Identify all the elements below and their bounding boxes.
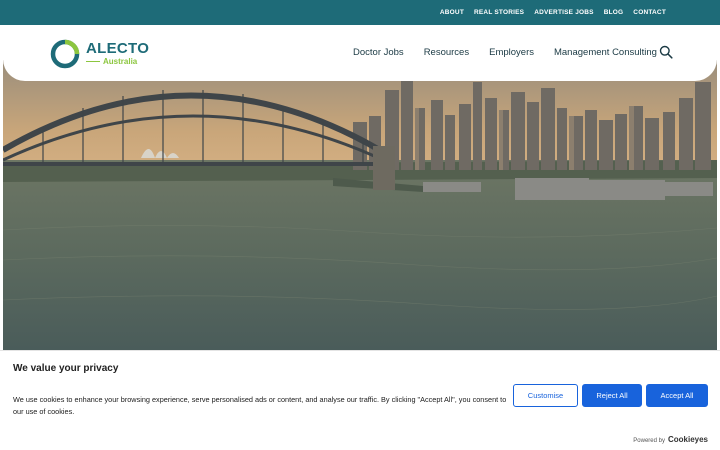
- alecto-logo-icon[interactable]: [50, 39, 80, 69]
- cookie-title: We value your privacy: [13, 363, 119, 374]
- nav-employers[interactable]: Employers: [489, 47, 534, 58]
- powered-by: Powered by Cookieyes: [633, 435, 708, 444]
- cookie-description: We use cookies to enhance your browsing …: [13, 395, 507, 416]
- nav-doctor-jobs[interactable]: Doctor Jobs: [353, 47, 404, 58]
- hero-image: [3, 60, 717, 350]
- top-nav-advertise-jobs[interactable]: ADVERTISE JOBS: [534, 9, 594, 16]
- customise-button[interactable]: Customise: [513, 384, 578, 407]
- brand-divider: [86, 60, 100, 63]
- main-nav: Doctor Jobs Resources Employers Manageme…: [353, 47, 657, 58]
- accept-all-button[interactable]: Accept All: [646, 384, 708, 407]
- nav-resources[interactable]: Resources: [424, 47, 469, 58]
- top-nav: ABOUT REAL STORIES ADVERTISE JOBS BLOG C…: [440, 0, 666, 25]
- cookie-consent-banner: We value your privacy We use cookies to …: [0, 350, 720, 450]
- top-utility-bar: ABOUT REAL STORIES ADVERTISE JOBS BLOG C…: [0, 0, 720, 25]
- harbour-bridge-illustration: [3, 60, 717, 350]
- brand-wordmark[interactable]: ALECTO Australia: [86, 41, 149, 66]
- top-nav-contact[interactable]: CONTACT: [633, 9, 666, 16]
- reject-all-button[interactable]: Reject All: [582, 384, 642, 407]
- brand-subtitle: Australia: [103, 57, 138, 66]
- cookieyes-logo[interactable]: Cookieyes: [668, 435, 708, 444]
- powered-by-label: Powered by: [633, 438, 665, 444]
- top-nav-real-stories[interactable]: REAL STORIES: [474, 9, 524, 16]
- main-header: ALECTO Australia Doctor Jobs Resources E…: [3, 25, 717, 81]
- top-nav-blog[interactable]: BLOG: [604, 9, 624, 16]
- top-nav-about[interactable]: ABOUT: [440, 9, 464, 16]
- search-icon[interactable]: [659, 45, 673, 59]
- nav-management-consulting[interactable]: Management Consulting: [554, 47, 657, 58]
- brand-name: ALECTO: [86, 40, 150, 57]
